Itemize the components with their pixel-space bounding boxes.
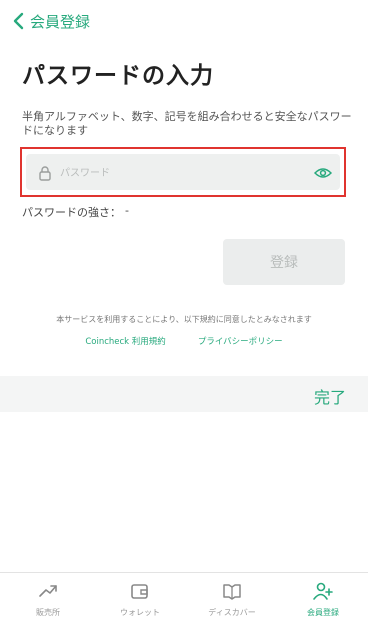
password-field-highlight — [20, 147, 346, 197]
terms-notice: 本サービスを利用することにより、以下規約に同意したとみなされます — [56, 315, 312, 324]
wallet-icon — [100, 581, 180, 601]
done-button[interactable]: 完了 — [314, 384, 346, 408]
back-button[interactable]: 会員登録 — [12, 10, 90, 32]
password-field[interactable] — [26, 154, 340, 192]
privacy-link[interactable]: プライバシーポリシー — [198, 335, 283, 347]
tab-label: ウォレット — [120, 608, 160, 617]
back-label: 会員登録 — [30, 12, 91, 31]
eye-icon[interactable] — [313, 165, 333, 181]
strength-label: パスワードの強さ： — [22, 206, 121, 219]
chevron-left-icon — [12, 10, 26, 32]
tab-discover[interactable]: ディスカバー — [192, 581, 272, 618]
terms-link[interactable]: Coincheck 利用規約 — [85, 335, 165, 347]
tab-sales[interactable]: 販売所 — [8, 581, 88, 618]
top-bar: 会員登録 — [0, 0, 368, 44]
tab-label: 会員登録 — [307, 608, 339, 617]
password-hint: 半角アルファベット、数字、記号を組み合わせると安全なパスワードになります — [22, 110, 352, 137]
book-icon — [192, 581, 272, 601]
keyboard-accessory-bar: 完了 — [0, 376, 368, 412]
trend-up-icon — [8, 581, 88, 601]
password-input[interactable] — [60, 154, 300, 192]
terms-links: Coincheck 利用規約 プライバシーポリシー — [0, 335, 368, 347]
add-user-icon — [283, 581, 363, 601]
register-button[interactable]: 登録 — [223, 239, 345, 285]
page-title: パスワードの入力 — [22, 63, 214, 89]
lock-icon — [38, 165, 52, 181]
tab-register[interactable]: 会員登録 — [283, 581, 363, 618]
password-strength: パスワードの強さ： - — [22, 204, 129, 220]
tab-label: ディスカバー — [208, 608, 256, 617]
tab-bar: 販売所 ウォレット ディスカバー 会員登録 — [0, 572, 368, 631]
tab-label: 販売所 — [36, 608, 60, 617]
strength-value: - — [125, 204, 129, 217]
tab-wallet[interactable]: ウォレット — [100, 581, 180, 618]
